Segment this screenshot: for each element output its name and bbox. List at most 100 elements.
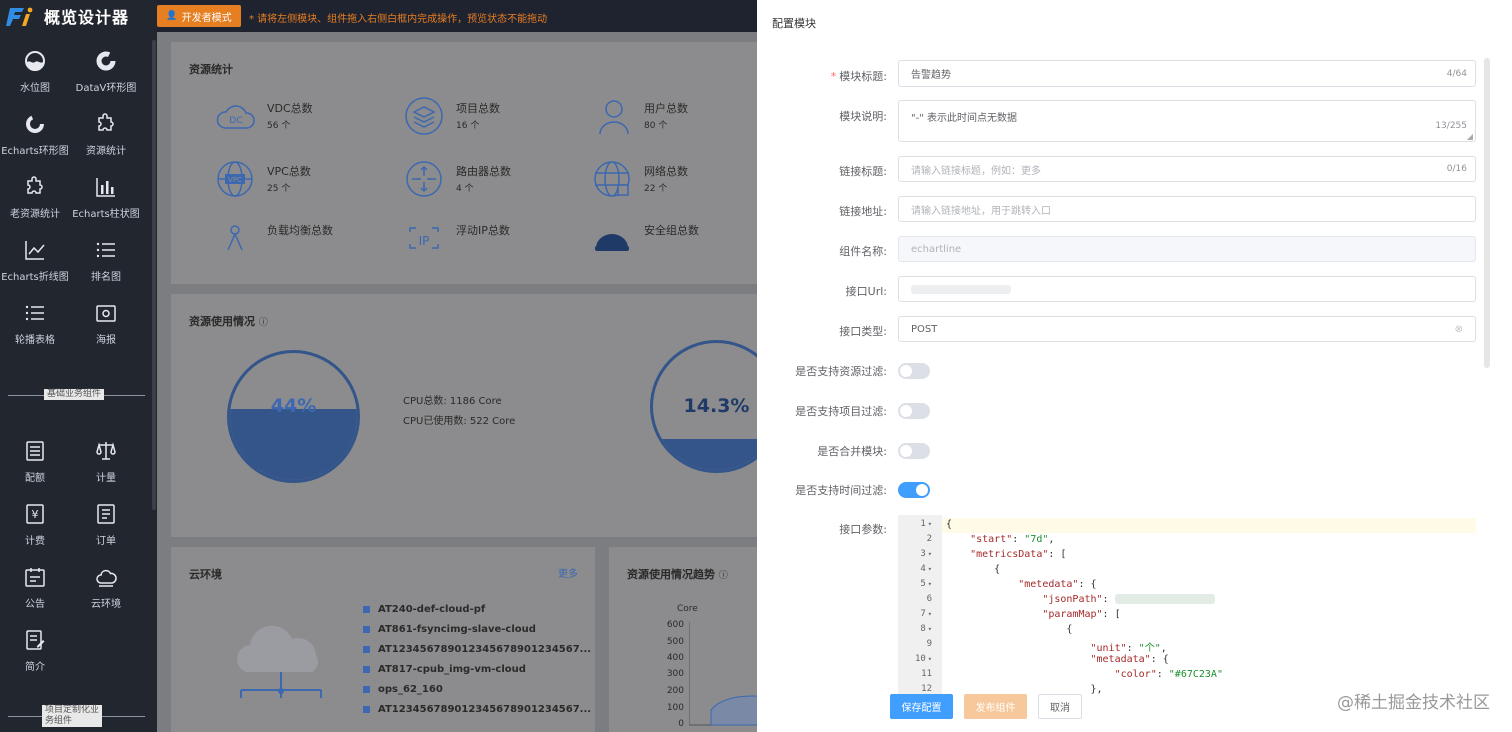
cancel-button[interactable]: 取消 [1038, 694, 1082, 719]
component-label: Echarts柱状图 [72, 209, 140, 220]
gauge-percent: 44% [270, 395, 317, 417]
field-label-component-name: 组件名称: [839, 245, 887, 258]
component-label: Echarts折线图 [1, 272, 69, 283]
cloud-env-item[interactable]: ops_62_160 [363, 684, 443, 695]
component-intro[interactable]: 简介 [1, 619, 69, 682]
line-number: 1 [898, 519, 932, 529]
save-config-button[interactable]: 保存配置 [890, 694, 953, 719]
dev-mode-label: 开发者模式 [181, 12, 232, 24]
drawer-scrollbar[interactable] [1484, 58, 1490, 368]
dev-mode-button[interactable]: 👤 开发者模式 [157, 5, 241, 27]
code-line: "jsonPath": [946, 594, 1215, 605]
code-key: "jsonPath" [1042, 594, 1103, 605]
line-number: 12 [921, 684, 932, 694]
cloud-env-item[interactable]: AT240-def-cloud-pf [363, 604, 485, 615]
component-metering[interactable]: 计量 [72, 430, 140, 493]
time-filter-switch[interactable] [898, 482, 930, 498]
resource-filter-switch[interactable] [898, 363, 930, 379]
vdc-cloud-icon: DC [216, 105, 255, 129]
component-datav-ring[interactable]: DataV环形图 [72, 40, 140, 103]
group-label-custom-line1: 项目定制化业 [45, 705, 100, 715]
api-params-code-editor[interactable]: 1 2 3 4 5 6 7 8 9 10 11 12 { "start": "7… [898, 515, 1476, 695]
module-title-input[interactable]: 告警趋势 4/64 [898, 60, 1476, 87]
component-old-resource-stats[interactable]: 老资源统计 [1, 166, 69, 229]
switch-knob [916, 484, 928, 496]
component-sidebar: 概览设计器 水位图 DataV环形图 Echarts环形图 资源统计 老资源统计… [0, 0, 157, 732]
link-url-input[interactable]: 请输入链接地址，用于跳转入口 [898, 196, 1476, 222]
line-number-gutter: 1 2 3 4 5 6 7 8 9 10 11 12 [898, 515, 942, 695]
group-label-basic: 基础业务组件 [44, 389, 105, 400]
blurred-value [1114, 594, 1215, 604]
code-key: "unit" [1090, 643, 1127, 654]
stat-value: 25 个 [267, 184, 291, 194]
component-order[interactable]: 订单 [72, 493, 140, 556]
line-number: 10 [898, 654, 932, 664]
module-desc-textarea[interactable]: "-" 表示此时间点无数据 13/255 ◢ [898, 100, 1476, 142]
component-echarts-bar[interactable]: Echarts柱状图 [72, 166, 140, 229]
component-billing[interactable]: ¥ 计费 [1, 493, 69, 556]
component-water-level[interactable]: 水位图 [1, 40, 69, 103]
component-echarts-line[interactable]: Echarts折线图 [1, 229, 69, 292]
line-number: 2 [926, 534, 932, 544]
stat-name: 浮动IP总数 [456, 224, 510, 237]
component-resource-stats[interactable]: 资源统计 [72, 103, 140, 166]
stat-value: 22 个 [644, 184, 668, 194]
cloud-env-card[interactable]: 云环境 更多 AT240-def-cloud-pf AT861-fsyncimg… [171, 547, 595, 732]
stat-value: 4 个 [456, 184, 474, 194]
drawer-title: 配置模块 [772, 17, 816, 30]
component-ranking[interactable]: 排名图 [72, 229, 140, 292]
stat-name: 项目总数 [456, 102, 500, 115]
component-label: 排名图 [91, 272, 121, 283]
cloud-env-item[interactable]: AT861-fsyncimg-slave-cloud [363, 624, 536, 635]
trend-unit: Core [677, 604, 698, 614]
component-cloud-env[interactable]: 云环境 [72, 556, 140, 619]
cloud-env-item[interactable]: AT817-cpub_img-vm-cloud [363, 664, 526, 675]
component-echarts-ring[interactable]: Echarts环形图 [1, 103, 69, 166]
more-link[interactable]: 更多 [558, 565, 578, 580]
component-poster[interactable]: 海报 [72, 292, 140, 355]
cloud-env-item[interactable]: AT123456789012345678901234567... [363, 644, 591, 655]
switch-knob [900, 405, 912, 417]
field-label-link-url: 链接地址: [839, 205, 887, 218]
component-notice[interactable]: 公告 [1, 556, 69, 619]
select-value: POST [911, 323, 938, 335]
component-label: DataV环形图 [75, 83, 137, 94]
usage-trend-card[interactable]: 资源使用情况趋势 ⓘ Core 600 500 400 300 200 100 … [609, 547, 757, 732]
stat-router: 路由器总数 4 个 [404, 159, 594, 209]
code-key: "metadata" [1090, 654, 1151, 665]
gauge-percent: 14.3% [683, 395, 750, 417]
component-quota[interactable]: 配额 [1, 430, 69, 493]
component-name-input: echartline [898, 236, 1476, 262]
y-tick: 200 [666, 686, 684, 696]
order-icon [97, 504, 115, 524]
link-title-input[interactable]: 请输入链接标题，例如：更多 0/16 [898, 156, 1476, 182]
char-count: 13/255 [1435, 121, 1467, 131]
line-number: 8 [898, 624, 932, 634]
security-group-icon [595, 234, 629, 251]
resource-stats-card[interactable]: 资源统计 DC VDC总数 56 个 项目总数 16 个 用户总数 80 个 V… [171, 42, 757, 284]
component-carousel-table[interactable]: 轮播表格 [1, 292, 69, 355]
card-title-text: 资源使用情况趋势 [627, 568, 715, 581]
api-url-input[interactable] [898, 276, 1476, 302]
cloud-env-item[interactable]: AT123456789012345678901234567... [363, 704, 591, 715]
gauge-fill [653, 439, 757, 470]
code-line: "metedata": { [1018, 579, 1097, 590]
load-balancer-icon [227, 225, 243, 251]
resource-usage-card[interactable]: 资源使用情况 ⓘ 44% CPU总数: 1186 Core CPU已使用数: 5… [171, 294, 757, 537]
char-count: 4/64 [1446, 68, 1467, 79]
svg-text:DC: DC [229, 116, 242, 126]
merge-module-switch[interactable] [898, 443, 930, 459]
project-filter-switch[interactable] [898, 403, 930, 419]
stat-project: 项目总数 16 个 [404, 96, 594, 146]
blurred-url-value [911, 284, 1011, 294]
field-label-text: 模块标题: [839, 70, 887, 83]
layers-icon [405, 97, 443, 135]
clear-icon[interactable]: ⊗ [1455, 324, 1463, 335]
publish-component-button[interactable]: 发布组件 [964, 694, 1027, 719]
component-label: 海报 [96, 335, 116, 346]
input-placeholder: 请输入链接地址，用于跳转入口 [911, 205, 1051, 217]
api-type-select[interactable]: POST ⊗ [898, 316, 1476, 342]
switch-knob [900, 445, 912, 457]
field-label-module-desc: 模块说明: [839, 110, 887, 123]
sidebar-scrollbar[interactable] [152, 40, 156, 510]
